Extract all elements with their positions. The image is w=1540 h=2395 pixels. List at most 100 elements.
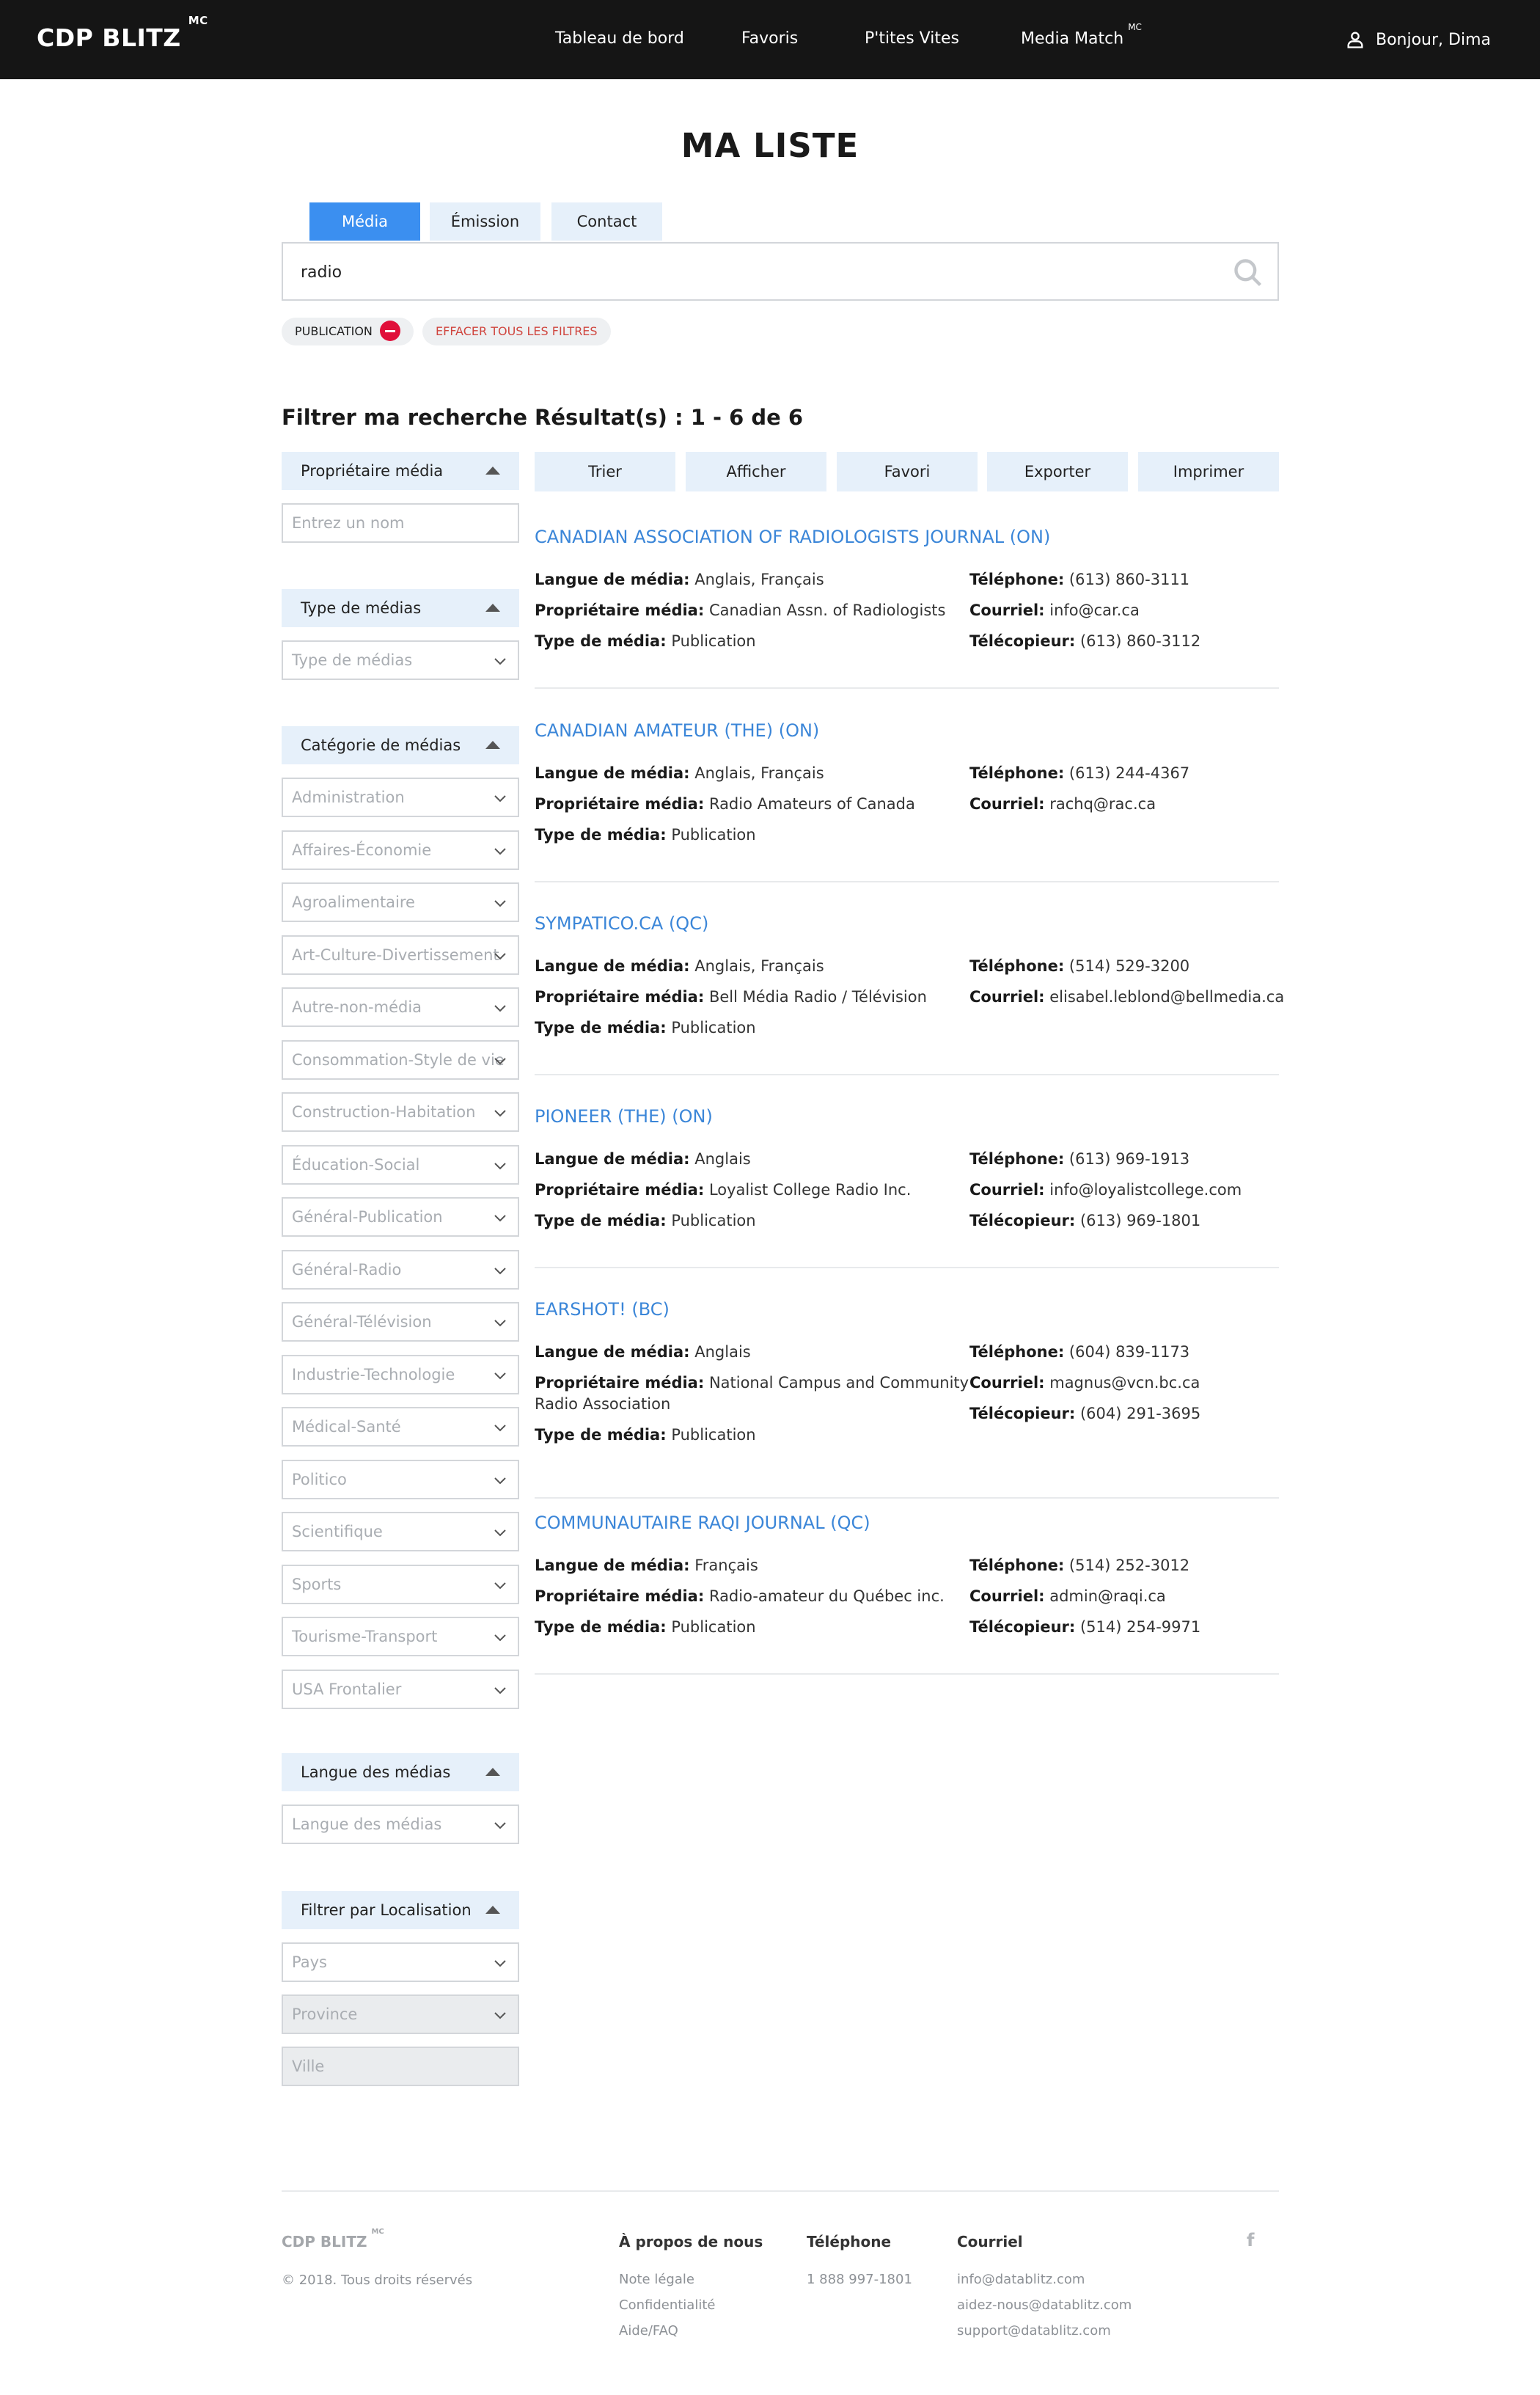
result-phone: Téléphone: (613) 244-4367 xyxy=(969,764,1189,782)
field-value: Loyalist College Radio Inc. xyxy=(708,1181,912,1199)
tab-media[interactable]: Média xyxy=(309,202,420,241)
field-value: Canadian Assn. of Radiologists xyxy=(708,602,946,619)
footer-email-info[interactable]: info@datablitz.com xyxy=(957,2272,1085,2287)
category-select[interactable]: Industrie-Technologie xyxy=(282,1354,519,1394)
chevron-down-icon xyxy=(494,847,506,855)
nav-media-match[interactable]: Media Match MC xyxy=(1021,22,1142,48)
type-select[interactable]: Type de médias xyxy=(282,640,519,680)
chevron-down-icon xyxy=(494,1477,506,1484)
footer-link-legal[interactable]: Note légale xyxy=(619,2272,694,2287)
filter-chip-publication: PUBLICATION xyxy=(282,318,414,345)
field-label: Langue de média: xyxy=(535,1150,690,1168)
field-value: Publication xyxy=(671,1019,756,1036)
nav-quick[interactable]: P'tites Vites xyxy=(865,29,959,48)
tab-emission[interactable]: Émission xyxy=(430,202,540,241)
category-select[interactable]: Construction-Habitation xyxy=(282,1092,519,1132)
category-select[interactable]: Administration xyxy=(282,778,519,817)
field-label: Téléphone: xyxy=(969,1150,1065,1168)
field-value[interactable]: admin@raqi.ca xyxy=(1049,1587,1166,1605)
footer-phone-heading: Téléphone xyxy=(807,2233,892,2250)
category-select[interactable]: Consommation-Style de vie xyxy=(282,1039,519,1080)
print-button[interactable]: Imprimer xyxy=(1138,452,1279,491)
footer-link-help[interactable]: Aide/FAQ xyxy=(619,2323,678,2339)
owner-name-input[interactable]: Entrez un nom xyxy=(282,503,519,543)
display-button[interactable]: Afficher xyxy=(686,452,826,491)
field-value: (604) 291-3695 xyxy=(1079,1405,1201,1422)
field-value[interactable]: magnus@vcn.bc.ca xyxy=(1049,1374,1200,1392)
category-select[interactable]: Général-Télévision xyxy=(282,1302,519,1342)
favorite-button[interactable]: Favori xyxy=(837,452,978,491)
field-label: Télécopieur: xyxy=(969,1212,1076,1229)
field-label: Télécopieur: xyxy=(969,1405,1076,1422)
result-type: Type de média: Publication xyxy=(535,1212,756,1229)
result-title[interactable]: PIONEER (THE) (ON) xyxy=(535,1106,713,1127)
user-icon xyxy=(1347,32,1363,48)
remove-filter-icon[interactable] xyxy=(379,320,400,341)
language-filter-label: Langue des médias xyxy=(301,1763,451,1781)
field-value[interactable]: rachq@rac.ca xyxy=(1049,795,1156,813)
user-menu[interactable]: Bonjour, Dima xyxy=(1345,29,1491,50)
export-button[interactable]: Exporter xyxy=(987,452,1128,491)
language-filter-header[interactable]: Langue des médias xyxy=(282,1753,519,1791)
category-select[interactable]: Autre-non-média xyxy=(282,987,519,1027)
field-value: Anglais, Français xyxy=(694,957,824,975)
category-select-value: Sports xyxy=(292,1575,342,1593)
chevron-down-icon xyxy=(494,952,506,959)
province-select: Province xyxy=(282,1994,519,2034)
category-select-value: Général-Télévision xyxy=(292,1313,432,1331)
field-value: Publication xyxy=(671,632,756,650)
category-select[interactable]: Scientifique xyxy=(282,1512,519,1551)
tab-contact[interactable]: Contact xyxy=(551,202,662,241)
owner-filter-header[interactable]: Propriétaire média xyxy=(282,452,519,490)
result-email: Courriel: info@car.ca xyxy=(969,602,1140,619)
field-value: Anglais, Français xyxy=(694,764,824,782)
category-select[interactable]: Médical-Santé xyxy=(282,1407,519,1447)
sort-button[interactable]: Trier xyxy=(535,452,675,491)
result-title[interactable]: CANADIAN ASSOCIATION OF RADIOLOGISTS JOU… xyxy=(535,527,1050,547)
category-select[interactable]: Agroalimentaire xyxy=(282,882,519,922)
result-title[interactable]: SYMPATICO.CA (QC) xyxy=(535,913,708,934)
category-select[interactable]: Général-Publication xyxy=(282,1197,519,1237)
result-phone: Téléphone: (514) 529-3200 xyxy=(969,957,1189,975)
footer-link-privacy[interactable]: Confidentialité xyxy=(619,2297,715,2313)
footer-email-help[interactable]: aidez-nous@datablitz.com xyxy=(957,2297,1132,2313)
category-select[interactable]: Affaires-Économie xyxy=(282,830,519,870)
result-fax: Télécopieur: (613) 860-3112 xyxy=(969,632,1200,650)
country-select[interactable]: Pays xyxy=(282,1942,519,1982)
chevron-down-icon xyxy=(494,1960,506,1967)
search-icon[interactable] xyxy=(1232,257,1264,289)
result-divider xyxy=(535,881,1279,882)
result-phone: Téléphone: (613) 860-3111 xyxy=(969,571,1189,588)
search-input[interactable] xyxy=(301,258,1181,286)
category-select[interactable]: USA Frontalier xyxy=(282,1669,519,1709)
category-select[interactable]: Politico xyxy=(282,1459,519,1499)
category-select[interactable]: Tourisme-Transport xyxy=(282,1617,519,1656)
category-select[interactable]: Général-Radio xyxy=(282,1249,519,1290)
field-value[interactable]: elisabel.leblond@bellmedia.ca xyxy=(1049,988,1284,1006)
category-select[interactable]: Art-Culture-Divertissement xyxy=(282,935,519,975)
result-title[interactable]: COMMUNAUTAIRE RAQI JOURNAL (QC) xyxy=(535,1513,870,1533)
nav-dashboard[interactable]: Tableau de bord xyxy=(555,29,684,48)
category-select[interactable]: Éducation-Social xyxy=(282,1144,519,1185)
result-language: Langue de média: Anglais xyxy=(535,1150,751,1168)
category-filter-header[interactable]: Catégorie de médias xyxy=(282,726,519,764)
result-title[interactable]: EARSHOT! (BC) xyxy=(535,1299,670,1320)
location-filter-header[interactable]: Filtrer par Localisation xyxy=(282,1891,519,1929)
logo[interactable]: CDP BLITZ MC xyxy=(37,14,208,52)
category-select-value: Éducation-Social xyxy=(292,1155,420,1174)
field-label: Langue de média: xyxy=(535,571,690,588)
result-title[interactable]: CANADIAN AMATEUR (THE) (ON) xyxy=(535,720,819,741)
result-language: Langue de média: Anglais, Français xyxy=(535,571,824,588)
facebook-icon[interactable]: f xyxy=(1247,2230,1254,2250)
field-value: (613) 244-4367 xyxy=(1068,764,1190,782)
field-value[interactable]: info@loyalistcollege.com xyxy=(1049,1181,1242,1199)
clear-filters-button[interactable]: EFFACER TOUS LES FILTRES xyxy=(422,318,611,345)
nav-favorites[interactable]: Favoris xyxy=(741,29,798,48)
category-select[interactable]: Sports xyxy=(282,1564,519,1604)
field-value[interactable]: info@car.ca xyxy=(1049,602,1140,619)
type-filter-header[interactable]: Type de médias xyxy=(282,589,519,627)
footer-email-support[interactable]: support@datablitz.com xyxy=(957,2323,1111,2339)
chevron-down-icon xyxy=(494,1110,506,1117)
result-email: Courriel: info@loyalistcollege.com xyxy=(969,1181,1242,1199)
language-select[interactable]: Langue des médias xyxy=(282,1805,519,1844)
